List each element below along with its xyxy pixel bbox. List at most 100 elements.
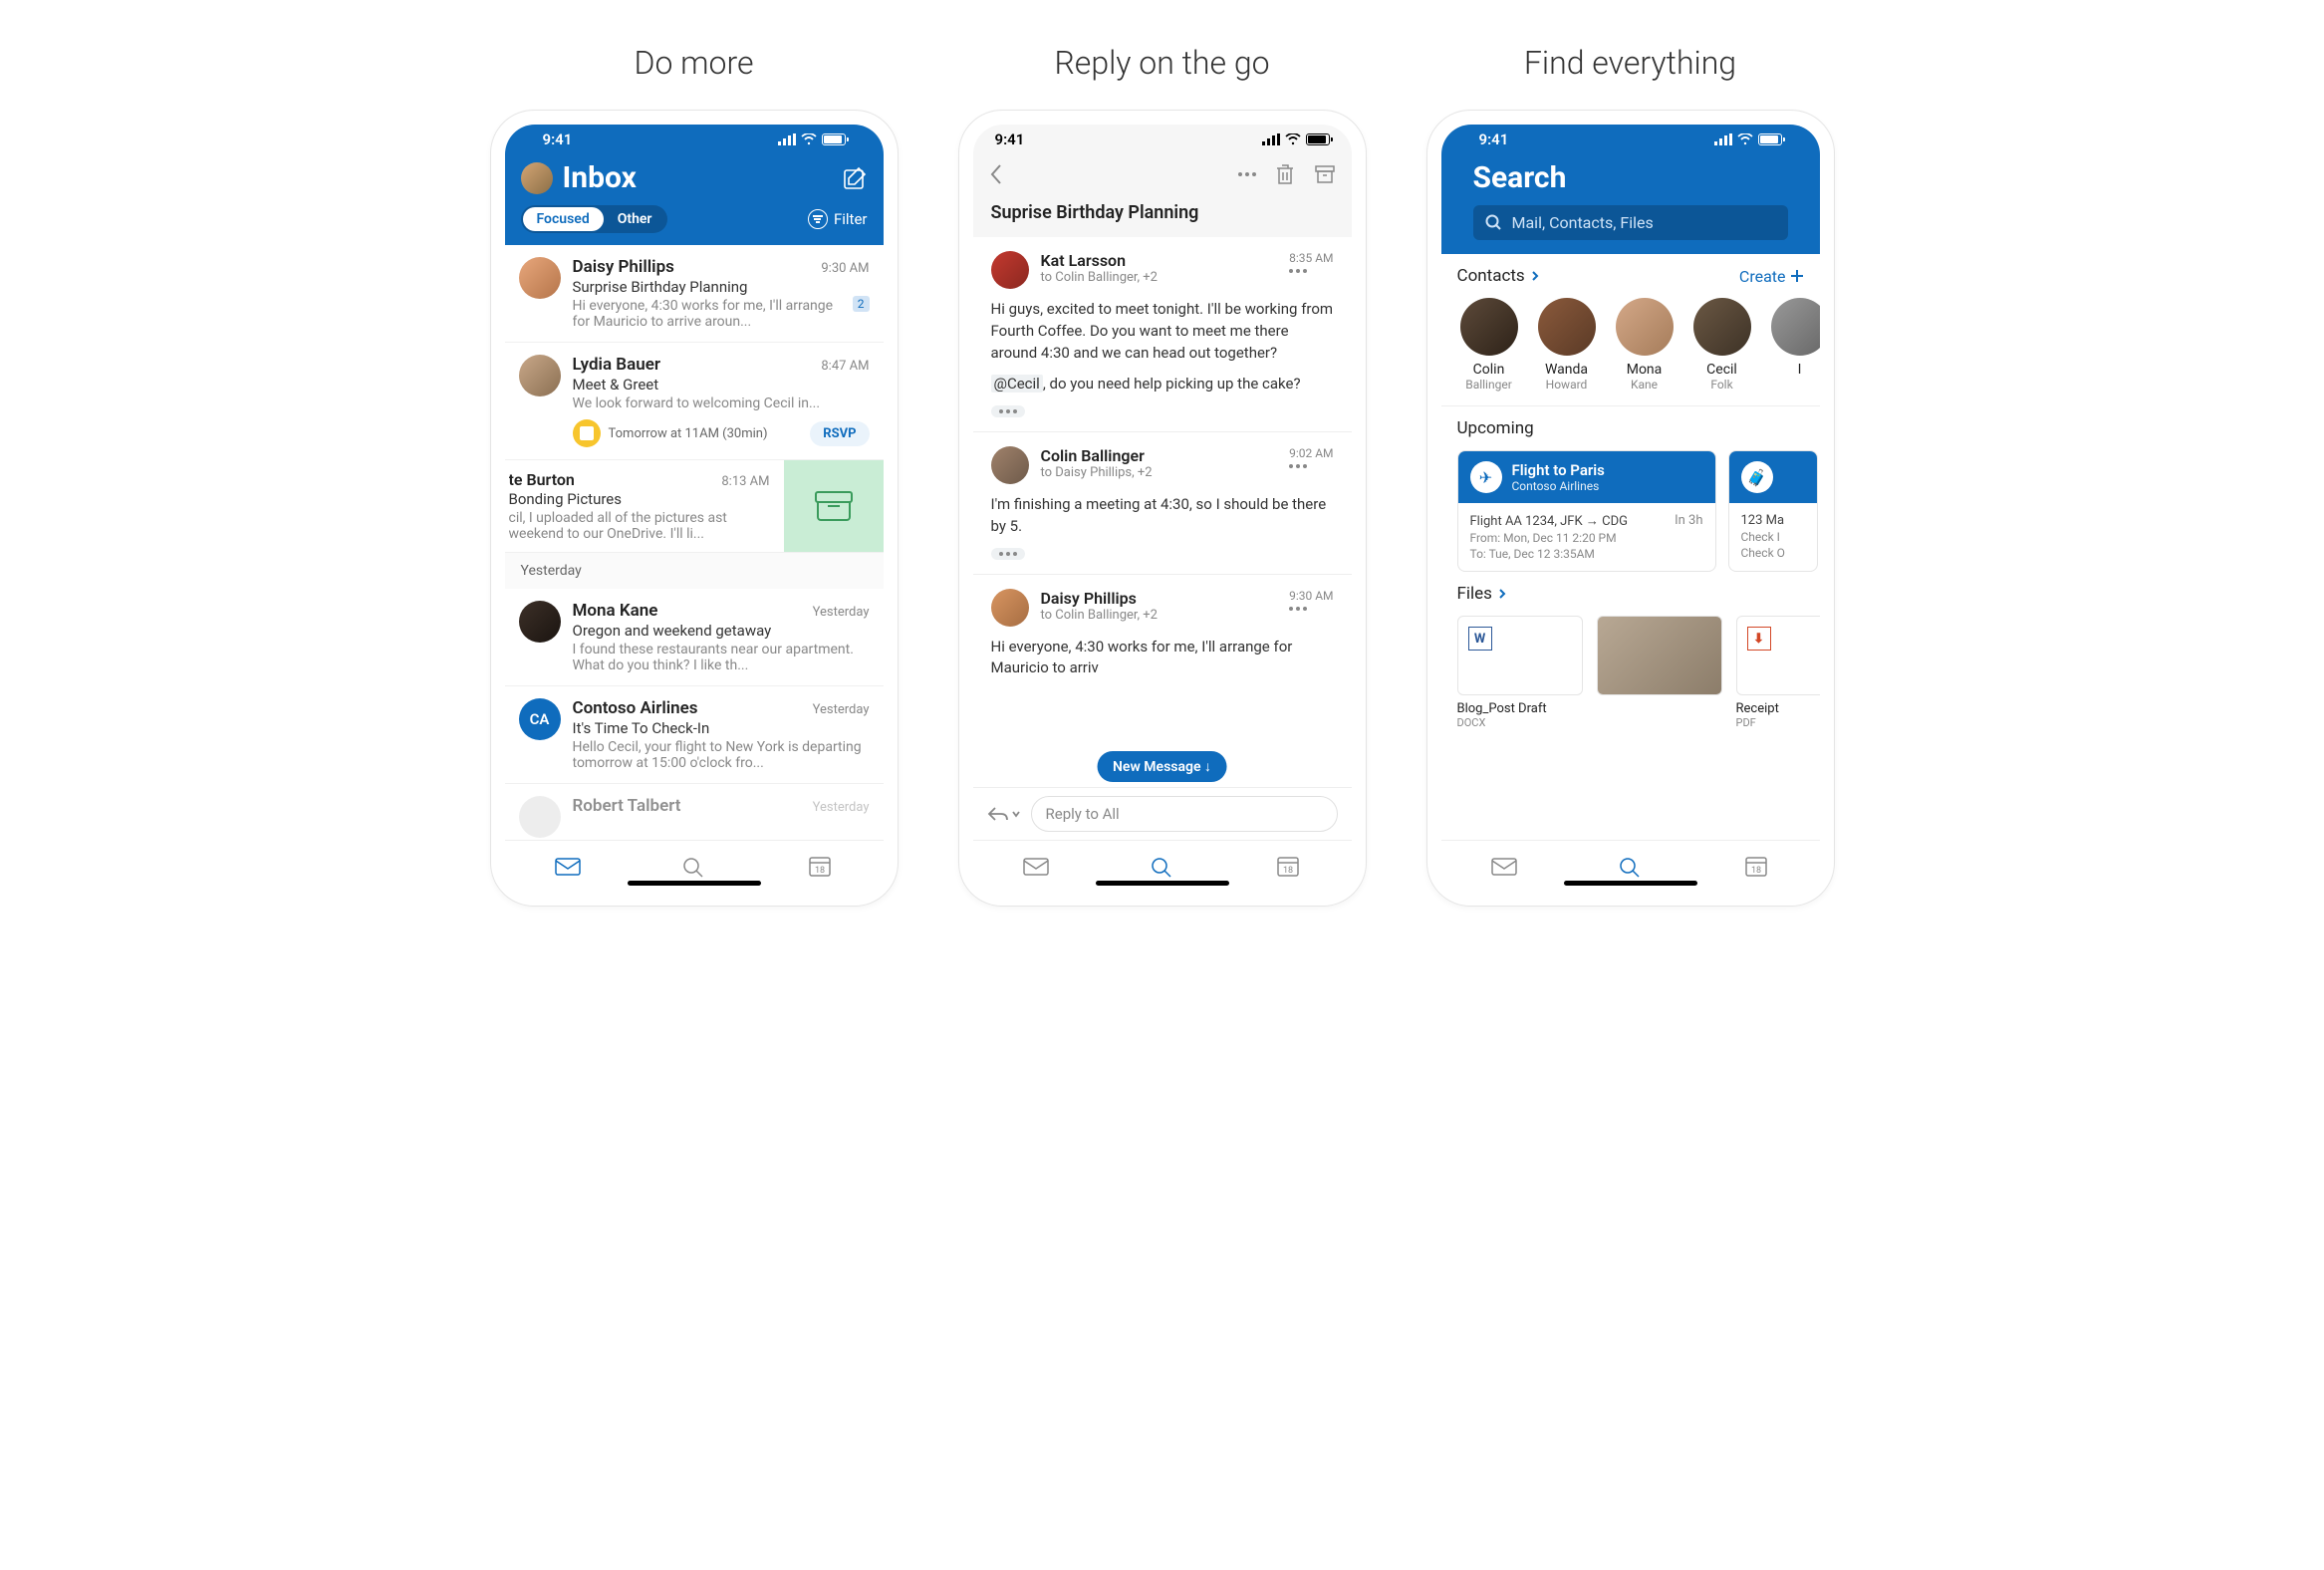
reply-input[interactable]: Reply to All <box>1031 796 1338 832</box>
tab-focused[interactable]: Focused <box>523 207 604 231</box>
email-preview: I found these restaurants near our apart… <box>573 642 870 673</box>
contact-item[interactable]: ColinBallinger <box>1457 298 1521 392</box>
file-item[interactable]: W Blog_Post Draft DOCX <box>1457 616 1583 729</box>
message-body: I'm finishing a meeting at 4:30, so I sh… <box>991 494 1334 538</box>
contact-item[interactable]: I <box>1768 298 1820 392</box>
nav-mail-icon[interactable] <box>554 855 582 879</box>
nav-mail-icon[interactable] <box>1490 855 1518 879</box>
search-placeholder: Mail, Contacts, Files <box>1512 213 1654 232</box>
tab-other[interactable]: Other <box>604 207 666 231</box>
filter-icon <box>808 209 828 229</box>
email-subject: Surprise Birthday Planning <box>573 278 870 296</box>
panel-title-3: Find everything <box>1524 44 1736 82</box>
contact-avatar <box>1771 298 1820 356</box>
email-time: 8:47 AM <box>821 359 869 374</box>
phone-frame-thread: 9:41 Suprise Birthday Planning <box>958 110 1367 907</box>
filter-button[interactable]: Filter <box>808 209 868 229</box>
nav-calendar-icon[interactable]: 18 <box>1274 855 1302 879</box>
compose-icon[interactable] <box>842 165 868 191</box>
nav-calendar-icon[interactable]: 18 <box>1742 855 1770 879</box>
chevron-down-icon <box>1011 809 1021 819</box>
sender-name: Mona Kane <box>573 601 658 621</box>
expand-quoted-icon[interactable] <box>991 548 1025 560</box>
archive-icon <box>817 491 851 521</box>
archive-swipe-action[interactable] <box>784 460 884 552</box>
file-item[interactable] <box>1597 616 1722 729</box>
nav-mail-icon[interactable] <box>1022 855 1050 879</box>
email-subject: Bonding Pictures <box>509 490 770 508</box>
search-input[interactable]: Mail, Contacts, Files <box>1473 205 1788 240</box>
battery-icon <box>1758 133 1782 145</box>
rsvp-time-text: Tomorrow at 11AM (30min) <box>609 426 803 441</box>
sender-name: Daisy Phillips <box>573 257 674 277</box>
reply-mode-button[interactable] <box>987 805 1021 823</box>
signal-icon <box>1714 133 1732 145</box>
message-item[interactable]: Colin Ballinger to Daisy Phillips, +2 9:… <box>973 432 1352 575</box>
svg-text:18: 18 <box>1751 866 1761 876</box>
status-time: 9:41 <box>543 131 573 148</box>
thread-subject: Suprise Birthday Planning <box>973 194 1352 237</box>
pdf-file-icon: ⬇ <box>1747 627 1771 651</box>
contacts-section-label[interactable]: Contacts <box>1457 266 1525 286</box>
nav-calendar-icon[interactable]: 18 <box>806 855 834 879</box>
email-time: Yesterday <box>813 605 870 620</box>
email-item[interactable]: Robert Talbert Yesterday <box>505 784 884 840</box>
create-contact-button[interactable]: Create <box>1739 267 1804 286</box>
message-more-icon[interactable] <box>1289 269 1333 273</box>
wifi-icon <box>1737 133 1753 145</box>
sender-avatar <box>519 796 561 838</box>
chevron-right-icon <box>1531 270 1539 282</box>
contact-avatar <box>1616 298 1674 356</box>
panel-title-1: Do more <box>634 44 753 82</box>
word-file-icon: W <box>1468 627 1492 651</box>
battery-icon <box>822 133 846 145</box>
hotel-card[interactable]: 🧳 123 Ma Check I Check O <box>1728 450 1818 572</box>
email-item[interactable]: Mona Kane Yesterday Oregon and weekend g… <box>505 589 884 686</box>
sender-name: Lydia Bauer <box>573 355 660 375</box>
files-section-label[interactable]: Files <box>1457 584 1492 604</box>
archive-icon[interactable] <box>1314 162 1336 186</box>
sender-name: Contoso Airlines <box>573 698 698 718</box>
email-item[interactable]: Lydia Bauer 8:47 AM Meet & Greet We look… <box>505 343 884 460</box>
chevron-right-icon <box>1498 588 1506 600</box>
status-time: 9:41 <box>995 131 1025 148</box>
nav-search-icon[interactable] <box>679 855 707 879</box>
contact-item[interactable]: WandaHoward <box>1535 298 1599 392</box>
sender-avatar <box>519 257 561 299</box>
new-message-pill[interactable]: New Message ↓ <box>1097 751 1227 782</box>
email-preview: Hello Cecil, your flight to New York is … <box>573 739 870 771</box>
delete-icon[interactable] <box>1274 162 1296 186</box>
battery-icon <box>1306 133 1330 145</box>
flight-card[interactable]: ✈ Flight to Paris Contoso Airlines Fligh… <box>1457 450 1716 572</box>
message-item[interactable]: Kat Larsson to Colin Ballinger, +2 8:35 … <box>973 237 1352 432</box>
rsvp-button[interactable]: RSVP <box>810 421 869 446</box>
message-from: Daisy Phillips <box>1041 589 1278 608</box>
profile-avatar[interactable] <box>521 162 553 194</box>
message-more-icon[interactable] <box>1289 607 1333 611</box>
email-item[interactable]: CA Contoso Airlines Yesterday It's Time … <box>505 686 884 784</box>
back-button[interactable] <box>989 162 1003 186</box>
sender-avatar: CA <box>519 698 561 740</box>
message-body: Hi guys, excited to meet tonight. I'll b… <box>991 299 1334 364</box>
message-item[interactable]: Daisy Phillips to Colin Ballinger, +2 9:… <box>973 575 1352 694</box>
plus-icon <box>1790 269 1804 283</box>
expand-quoted-icon[interactable] <box>991 405 1025 417</box>
contact-item[interactable]: MonaKane <box>1613 298 1677 392</box>
email-subject: It's Time To Check-In <box>573 719 870 737</box>
contact-item[interactable]: CecilFolk <box>1690 298 1754 392</box>
home-indicator <box>1564 881 1697 886</box>
section-header-yesterday: Yesterday <box>505 553 884 589</box>
filter-label: Filter <box>834 210 868 228</box>
message-time: 9:02 AM <box>1289 446 1333 460</box>
airplane-icon: ✈ <box>1470 461 1502 493</box>
file-item[interactable]: ⬇ Receipt PDF <box>1736 616 1820 729</box>
message-more-icon[interactable] <box>1289 464 1333 468</box>
email-item-swiped[interactable]: te Burton 8:13 AM Bonding Pictures cil, … <box>505 460 884 553</box>
reply-bar: Reply to All <box>973 787 1352 840</box>
email-preview: cil, I uploaded all of the pictures ast … <box>509 510 770 542</box>
nav-search-icon[interactable] <box>1616 855 1644 879</box>
nav-search-icon[interactable] <box>1148 855 1175 879</box>
more-options-icon[interactable] <box>1238 172 1256 176</box>
email-item[interactable]: Daisy Phillips 9:30 AM Surprise Birthday… <box>505 245 884 343</box>
phone-frame-inbox: 9:41 Inbox Focused <box>490 110 899 907</box>
